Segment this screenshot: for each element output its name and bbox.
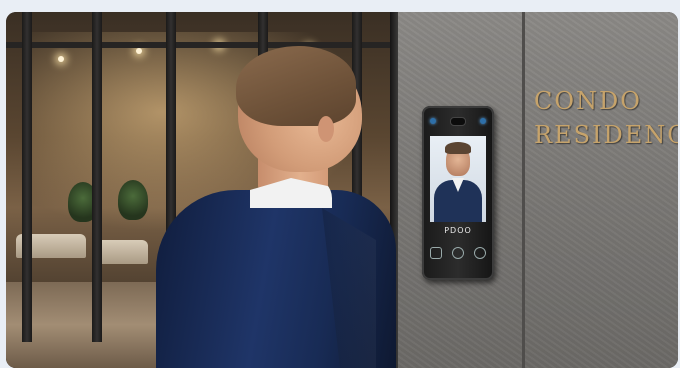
card-icon	[430, 247, 442, 259]
photo: CONDO RESIDENCE PDOO	[6, 12, 678, 368]
camera-lens-icon	[450, 116, 466, 126]
man-ear	[318, 116, 334, 142]
call-icon	[474, 247, 486, 259]
screen-portrait-hair	[445, 142, 471, 154]
lobby-plant	[118, 180, 148, 220]
man-hair	[236, 46, 356, 126]
building-sign: CONDO RESIDENCE	[534, 84, 678, 152]
terminal-camera-bar	[430, 116, 486, 126]
sign-line-1: CONDO	[534, 87, 642, 115]
face-recognition-terminal: PDOO	[422, 106, 494, 280]
terminal-screen	[430, 136, 486, 222]
sign-line-2: RESIDENCE	[534, 121, 678, 149]
wall-joint	[522, 12, 525, 368]
indicator-light-icon	[430, 118, 436, 124]
window-transom	[6, 42, 396, 48]
window-mullion	[92, 12, 102, 342]
terminal-keypad-text: PDOO	[444, 226, 472, 235]
window-mullion	[22, 12, 32, 342]
image-frame: CONDO RESIDENCE PDOO	[0, 0, 680, 368]
ceiling-light	[136, 48, 142, 54]
fingerprint-icon	[452, 247, 464, 259]
lobby-sofa	[94, 240, 148, 264]
ceiling-light	[58, 56, 64, 62]
terminal-icon-row	[430, 246, 486, 260]
indicator-light-icon	[480, 118, 486, 124]
